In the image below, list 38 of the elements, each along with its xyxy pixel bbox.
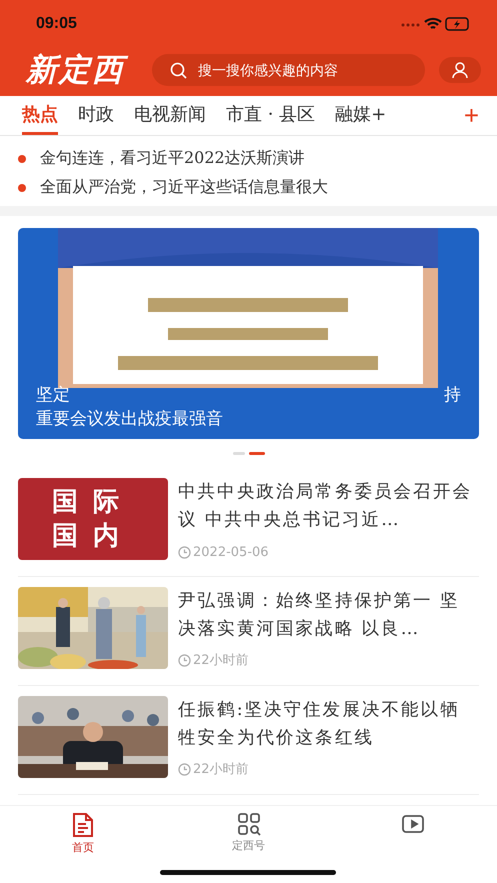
news-title[interactable]: 中共中央政治局常务委员会召开会议 中共中央总书记习近… — [178, 478, 479, 534]
news-time: 22小时前 — [193, 652, 249, 669]
nav-tab[interactable]: 首页 — [0, 806, 166, 883]
app-logo: 新定西 — [26, 49, 138, 91]
clock-icon — [178, 654, 191, 666]
channel-tab[interactable]: 融媒+ — [335, 96, 386, 135]
search-field[interactable]: 搜一搜你感兴趣的内容 — [152, 54, 425, 86]
channel-tab[interactable]: 热点 — [22, 96, 58, 135]
user-icon — [451, 61, 469, 79]
signal-icon — [402, 24, 420, 26]
grid-search-icon — [236, 812, 260, 836]
thumbnail-text: 国 内 — [52, 520, 124, 552]
wifi-icon — [424, 18, 442, 30]
clock-icon — [178, 762, 191, 776]
status-time: 09:05 — [36, 15, 77, 33]
channel-tab[interactable]: 电视新闻 — [134, 96, 206, 135]
headline-link[interactable]: 金句连连，看习近平2022达沃斯演讲 — [40, 148, 305, 169]
news-title[interactable]: 任振鹤:坚决守住发展决不能以牺牲安全为代价这条红线 — [178, 696, 479, 752]
bullet-icon — [18, 184, 26, 192]
search-icon — [170, 62, 187, 79]
add-channel-button[interactable]: + — [464, 100, 479, 131]
banner-caption: 重要会议发出战疫最强音 — [36, 408, 223, 431]
headline-link[interactable]: 全面从严治党，习近平这些话信息量很大 — [40, 177, 328, 198]
banner-caption: 坚定 — [36, 384, 70, 407]
clock-icon — [178, 546, 191, 559]
channel-tab[interactable]: 市直 · 县区 — [226, 96, 316, 135]
battery-icon — [445, 17, 469, 31]
news-time: 22小时前 — [193, 761, 249, 778]
nav-tab[interactable]: 定西号 — [166, 806, 332, 883]
document-icon — [70, 812, 95, 838]
bullet-icon — [18, 154, 26, 162]
news-title[interactable]: 尹弘强调：始终坚持保护第一 坚决落实黄河国家战略 以良… — [178, 587, 479, 643]
carousel-indicator[interactable] — [248, 452, 264, 455]
news-time: 2022-05-06 — [193, 545, 269, 560]
profile-button[interactable] — [439, 57, 481, 83]
thumbnail-text: 国 际 — [52, 486, 124, 518]
channel-tab[interactable]: 时政 — [78, 96, 114, 135]
banner-caption: 持 — [444, 384, 461, 407]
